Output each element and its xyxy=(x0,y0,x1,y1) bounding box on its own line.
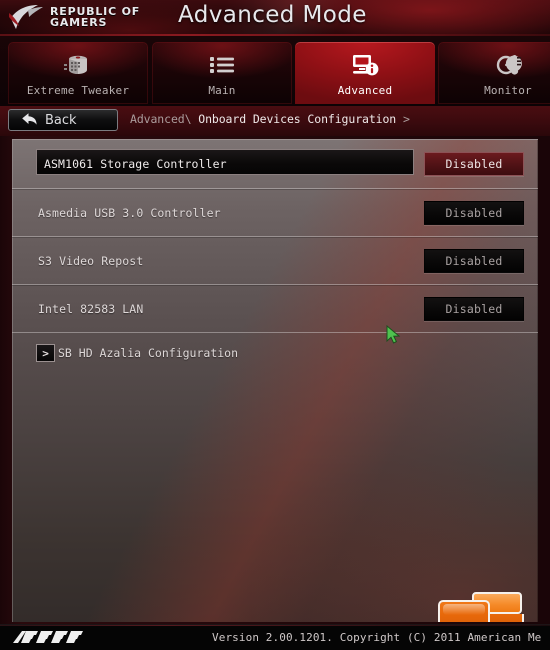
app-header: REPUBLIC OF GAMERS Advanced Mode xyxy=(0,0,550,36)
row-divider xyxy=(12,285,538,286)
tab-monitor[interactable]: Monitor xyxy=(438,42,550,104)
back-button[interactable]: Back xyxy=(8,109,118,131)
tab-label: Main xyxy=(208,84,236,97)
list-lines-icon xyxy=(208,50,236,80)
chevron-right-icon: > xyxy=(36,344,55,362)
ami-aptio-logo xyxy=(438,592,528,622)
setting-value-asm1061[interactable]: Disabled xyxy=(424,152,524,176)
settings-list: ASM1061 Storage Controller Disabled Asme… xyxy=(12,140,538,373)
setting-value-intel-82583-lan[interactable]: Disabled xyxy=(424,296,524,321)
breadcrumb-trail: > xyxy=(402,112,410,126)
breadcrumb-current: Onboard Devices Configuration xyxy=(198,112,397,126)
breadcrumb-bar: Back Advanced\ Onboard Devices Configura… xyxy=(0,106,550,136)
setting-label: S3 Video Repost xyxy=(38,253,144,268)
footer-top-line xyxy=(0,625,550,626)
tab-main[interactable]: Main xyxy=(152,42,292,104)
submenu-sb-hd-azalia[interactable]: > SB HD Azalia Configuration xyxy=(12,332,538,373)
rog-wordmark: REPUBLIC OF GAMERS xyxy=(50,6,140,28)
row-divider xyxy=(12,189,538,190)
tab-extreme-tweaker[interactable]: Extreme Tweaker xyxy=(8,42,148,104)
ami-logo-block-left xyxy=(438,600,490,622)
settings-panel: ASM1061 Storage Controller Disabled Asme… xyxy=(12,139,538,622)
monitor-info-icon xyxy=(350,50,380,80)
setting-label: Asmedia USB 3.0 Controller xyxy=(38,205,221,220)
content-frame: ASM1061 Storage Controller Disabled Asme… xyxy=(0,136,550,624)
main-tabbar: Extreme Tweaker Main Advanced Monitor xyxy=(0,36,550,106)
mouse-pointer-icon xyxy=(386,324,402,345)
back-arrow-icon xyxy=(21,111,38,130)
setting-label: ASM1061 Storage Controller xyxy=(44,157,227,171)
brand-line-2: GAMERS xyxy=(50,16,108,29)
rog-branding: REPUBLIC OF GAMERS xyxy=(8,4,140,30)
row-divider xyxy=(12,237,538,238)
tab-advanced[interactable]: Advanced xyxy=(295,42,435,104)
setting-value-asmedia-usb3[interactable]: Disabled xyxy=(424,200,524,225)
overclock-dial-icon xyxy=(63,50,93,80)
asus-logo xyxy=(12,629,98,647)
gauge-thermometer-icon xyxy=(493,50,523,80)
app-footer: Version 2.00.1201. Copyright (C) 2011 Am… xyxy=(0,624,550,650)
page-title: Advanced Mode xyxy=(178,2,367,28)
submenu-label: SB HD Azalia Configuration xyxy=(58,346,239,360)
tab-label: Advanced xyxy=(337,84,393,97)
tab-label: Extreme Tweaker xyxy=(26,84,130,97)
table-row[interactable]: ASM1061 Storage Controller Disabled xyxy=(12,140,538,188)
bios-advanced-mode-screen: REPUBLIC OF GAMERS Advanced Mode Extreme… xyxy=(0,0,550,650)
setting-value-s3-video-repost[interactable]: Disabled xyxy=(424,248,524,273)
version-copyright-text: Version 2.00.1201. Copyright (C) 2011 Am… xyxy=(212,631,542,644)
breadcrumb: Advanced\ Onboard Devices Configuration … xyxy=(130,112,410,126)
breadcrumb-parent[interactable]: Advanced\ xyxy=(130,112,192,126)
setting-label: Intel 82583 LAN xyxy=(38,301,144,316)
table-row[interactable]: Intel 82583 LAN Disabled xyxy=(12,284,538,332)
back-button-label: Back xyxy=(45,112,77,128)
table-row[interactable]: Asmedia USB 3.0 Controller Disabled xyxy=(12,188,538,236)
tab-label: Monitor xyxy=(484,84,532,97)
table-row[interactable]: S3 Video Repost Disabled xyxy=(12,236,538,284)
rog-eye-logo xyxy=(8,4,44,30)
